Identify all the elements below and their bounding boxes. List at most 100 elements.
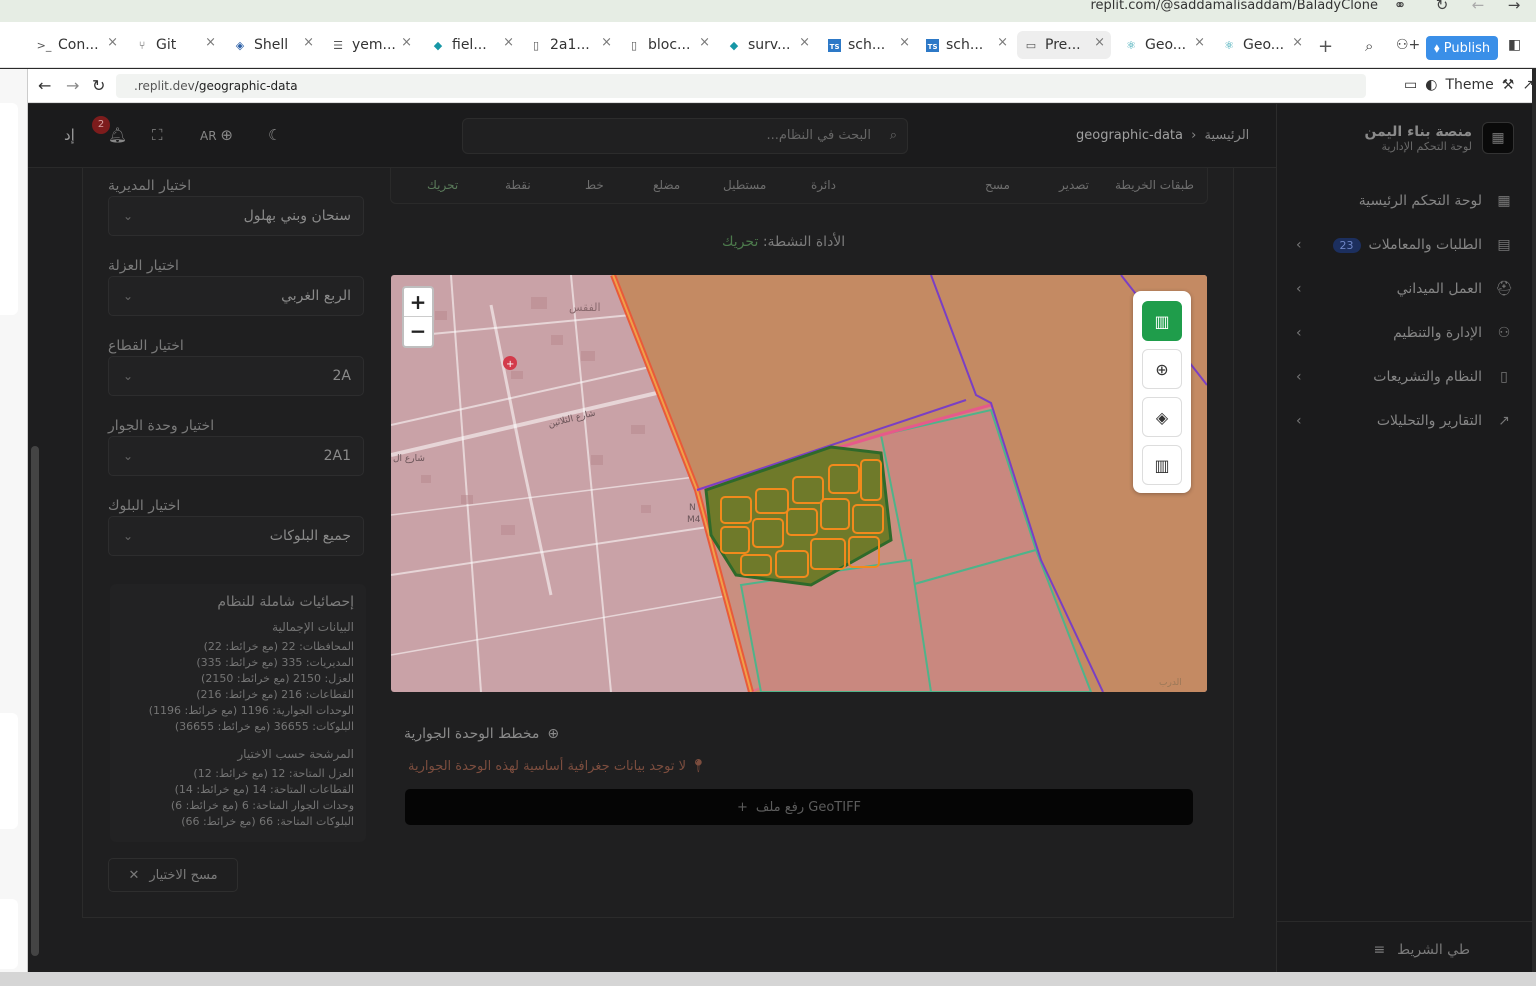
- close-icon[interactable]: ×: [601, 35, 612, 50]
- bell-icon[interactable]: 🔔︎: [108, 126, 127, 144]
- map-view[interactable]: + الفقس شارع الثلاثين شارع ال N M4 الدرب…: [391, 275, 1207, 692]
- close-icon[interactable]: ×: [107, 35, 118, 50]
- tab-schema-1[interactable]: TS sch... ×: [820, 31, 916, 59]
- tab-geo-1[interactable]: ⚛ Geo... ×: [1117, 31, 1211, 59]
- invite-icon[interactable]: ⚇+: [1396, 37, 1420, 53]
- close-icon[interactable]: ×: [503, 35, 514, 50]
- tab-console[interactable]: >_ Con... ×: [30, 31, 124, 59]
- tab-survey[interactable]: ◆ surv... ×: [720, 31, 816, 59]
- reload-icon[interactable]: ↻: [92, 76, 105, 95]
- stats-filtered-heading: المرشحة حسب الاختيار: [237, 747, 354, 761]
- tab-schema-2[interactable]: TS sch... ×: [918, 31, 1014, 59]
- search-icon[interactable]: ⌕: [1365, 37, 1373, 55]
- tab-label: Geo...: [1243, 37, 1285, 53]
- globe-icon[interactable]: ⊕: [1142, 349, 1182, 389]
- select-value: 2A1: [323, 448, 351, 464]
- close-icon[interactable]: ×: [401, 35, 412, 50]
- uzla-select[interactable]: الربع الغربي ⌄: [108, 276, 364, 316]
- tool-point[interactable]: نقطة: [505, 178, 531, 192]
- nav-dashboard[interactable]: ▦ لوحة التحكم الرئيسية: [1296, 187, 1514, 215]
- stats-totals-heading: البيانات الإجمالية: [272, 620, 354, 634]
- tab-database[interactable]: ☰ yem... ×: [324, 31, 418, 59]
- neighborhood-select[interactable]: 2A1 ⌄: [108, 436, 364, 476]
- close-icon[interactable]: ×: [899, 35, 910, 50]
- nav-administration[interactable]: ⚇ الإدارة والتنظيم ›: [1296, 319, 1514, 347]
- layers-icon[interactable]: ◈: [1142, 397, 1182, 437]
- close-icon[interactable]: ×: [997, 35, 1008, 50]
- search-input[interactable]: ⌕ البحث في النظام...: [462, 118, 908, 154]
- chevron-left-icon: ›: [1296, 281, 1302, 297]
- map-icon[interactable]: ▥: [1142, 301, 1182, 341]
- nav-label: العمل الميداني: [1396, 281, 1482, 297]
- tab-blocks[interactable]: ▯ bloc... ×: [620, 31, 716, 59]
- fullscreen-icon[interactable]: ⛶: [152, 126, 163, 144]
- zoom-out-button[interactable]: −: [404, 317, 432, 346]
- chevron-left-icon: ›: [1296, 325, 1302, 341]
- replit-top-bar: replit.com/@saddamalisaddam/BaladyClone …: [0, 0, 1536, 22]
- close-icon[interactable]: ×: [699, 35, 710, 50]
- tab-label: Pre...: [1045, 37, 1081, 53]
- sidebar-toggle-icon[interactable]: ◧: [1508, 37, 1521, 53]
- address-field[interactable]: .replit.dev/geographic-data: [116, 74, 1366, 98]
- reload-icon[interactable]: ↻: [1428, 0, 1456, 18]
- close-icon[interactable]: ×: [1094, 35, 1105, 50]
- close-icon[interactable]: ×: [799, 35, 810, 50]
- close-icon[interactable]: ×: [303, 35, 314, 50]
- stats-line: المحافظات: 22 (مع خرائط: 22): [203, 640, 354, 653]
- new-tab-icon[interactable]: +: [1318, 36, 1333, 57]
- language-button[interactable]: AR ⊕: [200, 126, 233, 144]
- palette-icon: ◐: [1425, 77, 1438, 93]
- tool-circle[interactable]: دائرة: [811, 178, 836, 192]
- user-avatar[interactable]: إد: [64, 126, 75, 144]
- collapse-sidebar-button[interactable]: طي الشريط ≡: [1373, 942, 1470, 958]
- theme-button[interactable]: ▭ ◐ Theme ⚒ ↗: [1404, 77, 1534, 93]
- upload-geotiff-button[interactable]: + رفع ملف GeoTIFF: [405, 789, 1193, 825]
- tool-polygon[interactable]: مضلع: [653, 178, 680, 192]
- divider: [1277, 921, 1532, 922]
- chevron-left-icon: ›: [1296, 413, 1302, 429]
- sector-select[interactable]: 2A ⌄: [108, 356, 364, 396]
- nav-fieldwork[interactable]: ⛑ العمل الميداني ›: [1296, 275, 1514, 303]
- tab-shell[interactable]: ◈ Shell ×: [226, 31, 320, 59]
- tab-2a1[interactable]: ▯ 2a1... ×: [522, 31, 618, 59]
- tool-map-layers[interactable]: طبقات الخريطة: [1115, 178, 1194, 192]
- breadcrumb-home[interactable]: الرئيسية: [1204, 128, 1249, 143]
- shell-icon: ◈: [235, 38, 245, 52]
- nav-label: الإدارة والتنظيم: [1393, 325, 1482, 341]
- app-header: الرئيسية ‹ geographic-data ⌕ البحث في ال…: [28, 104, 1276, 168]
- forward-icon[interactable]: →: [1500, 0, 1528, 18]
- search-placeholder: البحث في النظام...: [766, 128, 871, 143]
- nav-requests[interactable]: ▤ الطلبات والمعاملات 23 ›: [1296, 231, 1514, 259]
- database-icon: ☰: [333, 38, 343, 52]
- drizzle-icon: ◆: [433, 38, 443, 52]
- nav-legislation[interactable]: ▯ النظام والتشريعات ›: [1296, 363, 1514, 391]
- users-icon: ⚇: [1497, 325, 1511, 341]
- close-icon[interactable]: ×: [1194, 35, 1205, 50]
- tab-geo-2[interactable]: ⚛ Geo... ×: [1215, 31, 1309, 59]
- close-icon[interactable]: ×: [205, 35, 216, 50]
- back-icon[interactable]: ←: [1464, 0, 1492, 18]
- clear-selection-button[interactable]: مسح الاختيار ✕: [108, 858, 238, 892]
- link-icon[interactable]: ⚭: [1386, 0, 1414, 18]
- tab-fields[interactable]: ◆ fiel... ×: [424, 31, 520, 59]
- tool-clear[interactable]: مسح: [985, 178, 1010, 192]
- notification-badge: 2: [92, 116, 110, 134]
- url-host: .replit.dev: [134, 79, 195, 93]
- tool-pan[interactable]: تحريك: [427, 178, 458, 192]
- close-icon[interactable]: ×: [1292, 35, 1303, 50]
- publish-button[interactable]: ⬧ Publish: [1426, 36, 1498, 60]
- moon-icon[interactable]: ☾: [268, 126, 281, 144]
- tool-rectangle[interactable]: مستطيل: [723, 178, 766, 192]
- tab-git[interactable]: ⑂ Git ×: [128, 31, 222, 59]
- back-icon[interactable]: ←: [38, 76, 51, 95]
- scrollbar[interactable]: [31, 446, 39, 956]
- tab-preview[interactable]: ▭ Pre... ×: [1017, 31, 1111, 59]
- nav-reports[interactable]: ↗ التقارير والتحليلات ›: [1296, 407, 1514, 435]
- tool-line[interactable]: خط: [585, 178, 604, 192]
- zoom-in-button[interactable]: +: [404, 288, 432, 317]
- map-outline-icon[interactable]: ▥: [1142, 445, 1182, 485]
- block-select[interactable]: جميع البلوكات ⌄: [108, 516, 364, 556]
- directorate-select[interactable]: سنحان وبني بهلول ⌄: [108, 196, 364, 236]
- forward-icon[interactable]: →: [66, 76, 79, 95]
- tool-export[interactable]: تصدير: [1059, 178, 1089, 192]
